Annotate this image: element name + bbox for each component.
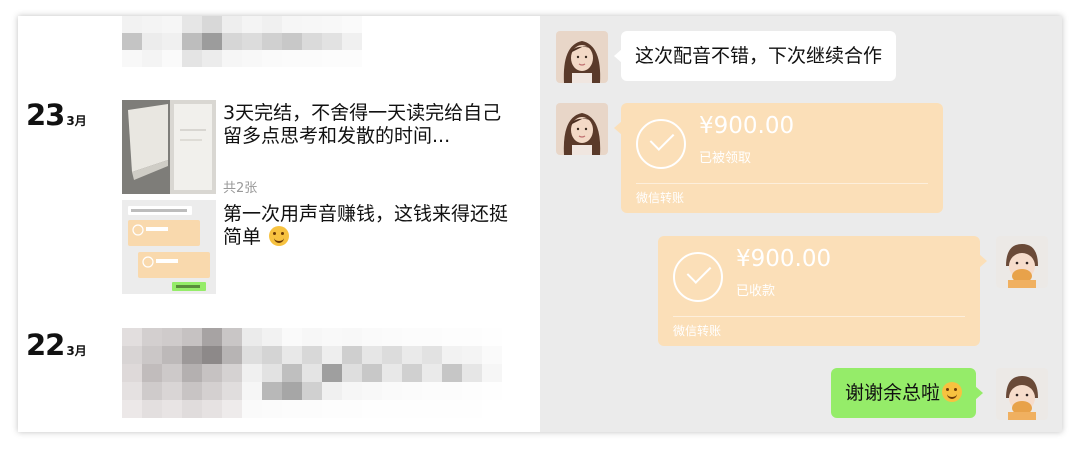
book-photo-thumbnail[interactable]: [122, 100, 216, 194]
check-circle-icon: [673, 252, 723, 302]
post-caption-book: 3天完结，不舍得一天读完给自己留多点思考和发散的时间...: [223, 102, 502, 147]
post-caption-voice-text: 第一次用声音赚钱，这钱来得还挺简单: [223, 203, 509, 248]
date-month: 3月: [66, 114, 87, 128]
post-date-23: 23 3月: [26, 98, 87, 132]
child-portrait-icon: [996, 368, 1048, 420]
transfer-amount: ¥900.00: [699, 113, 795, 139]
smile-emoji-icon: [942, 382, 963, 402]
smirk-emoji-icon: [269, 226, 290, 246]
my-avatar[interactable]: [996, 368, 1048, 420]
date-month: 3月: [66, 344, 87, 358]
woman-portrait-icon: [556, 103, 608, 155]
date-day: 23: [26, 98, 65, 132]
transfer-status: 已收款: [736, 284, 776, 299]
transfer-divider: [673, 316, 965, 317]
post-date-22: 22 3月: [26, 328, 87, 362]
woman-portrait-icon: [556, 31, 608, 83]
received-message-bubble[interactable]: 这次配音不错，下次继续合作: [613, 31, 897, 81]
chat-panel: 这次配音不错，下次继续合作 ¥900.00 已被领取 微信转账 ¥900.00 …: [540, 16, 1062, 432]
post-caption-voice: 第一次用声音赚钱，这钱来得还挺简单: [223, 203, 513, 249]
transfer-status: 已被领取: [699, 151, 752, 166]
moments-panel: 233月 3天完结，不舍得一天读完给自己留多点思考和发散的时间... 共2张: [18, 16, 540, 432]
sent-message-text: 谢谢余总啦: [845, 382, 941, 404]
sent-message-bubble[interactable]: 谢谢余总啦: [831, 368, 984, 418]
transfer-card-received[interactable]: ¥900.00 已被领取 微信转账: [614, 103, 943, 213]
date-day: 22: [26, 328, 65, 362]
chat-screenshot-image: [122, 200, 216, 294]
transfer-type-label: 微信转账: [673, 324, 722, 338]
transfer-type-label: 微信转账: [636, 191, 685, 205]
contact-avatar[interactable]: [556, 103, 608, 155]
chat-screenshot-thumbnail[interactable]: [122, 200, 216, 294]
pixelated-post-bottom: [122, 328, 502, 418]
contact-avatar[interactable]: [556, 31, 608, 83]
book-photo-image: [122, 100, 216, 194]
check-circle-icon: [636, 119, 686, 169]
photo-count-label: 共2张: [223, 181, 258, 196]
transfer-card-sent[interactable]: ¥900.00 已收款 微信转账: [658, 236, 987, 346]
transfer-divider: [636, 183, 928, 184]
transfer-amount: ¥900.00: [736, 246, 832, 272]
pixelated-post-top: [122, 16, 362, 67]
screenshot-frame: 233月 3天完结，不舍得一天读完给自己留多点思考和发散的时间... 共2张: [18, 16, 1062, 432]
my-avatar[interactable]: [996, 236, 1048, 288]
child-portrait-icon: [996, 236, 1048, 288]
